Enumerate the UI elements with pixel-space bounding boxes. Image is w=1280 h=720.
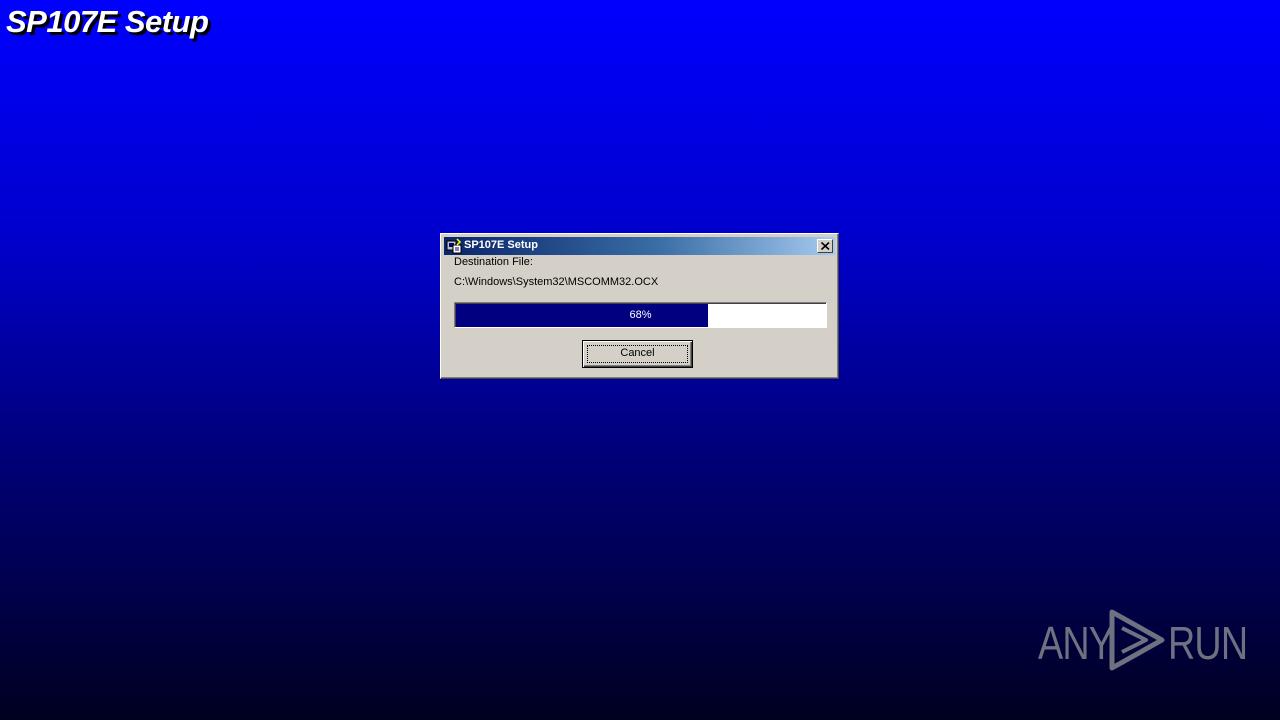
cancel-button-label: Cancel [620,347,655,359]
setup-app-icon [446,238,462,254]
install-progress-bar: 68% [454,302,827,328]
dialog-titlebar[interactable]: SP107E Setup [444,237,835,255]
watermark-run-text: RUN [1168,617,1248,669]
destination-file-path: C:\Windows\System32\MSCOMM32.OCX [454,276,659,288]
cancel-button[interactable]: Cancel [582,340,693,368]
dialog-title: SP107E Setup [464,239,538,251]
setup-progress-dialog: SP107E Setup Destination File: C:\Window… [440,233,839,379]
watermark-any-text: ANY [1038,617,1114,669]
destination-file-label: Destination File: [454,256,533,268]
close-button[interactable] [817,239,833,253]
progress-percent-text: 68% [629,309,652,321]
background-setup-title: SP107E Setup [6,4,209,39]
anyrun-watermark: ANY RUN [1038,608,1248,672]
play-icon [1109,609,1165,671]
close-icon [821,242,830,250]
